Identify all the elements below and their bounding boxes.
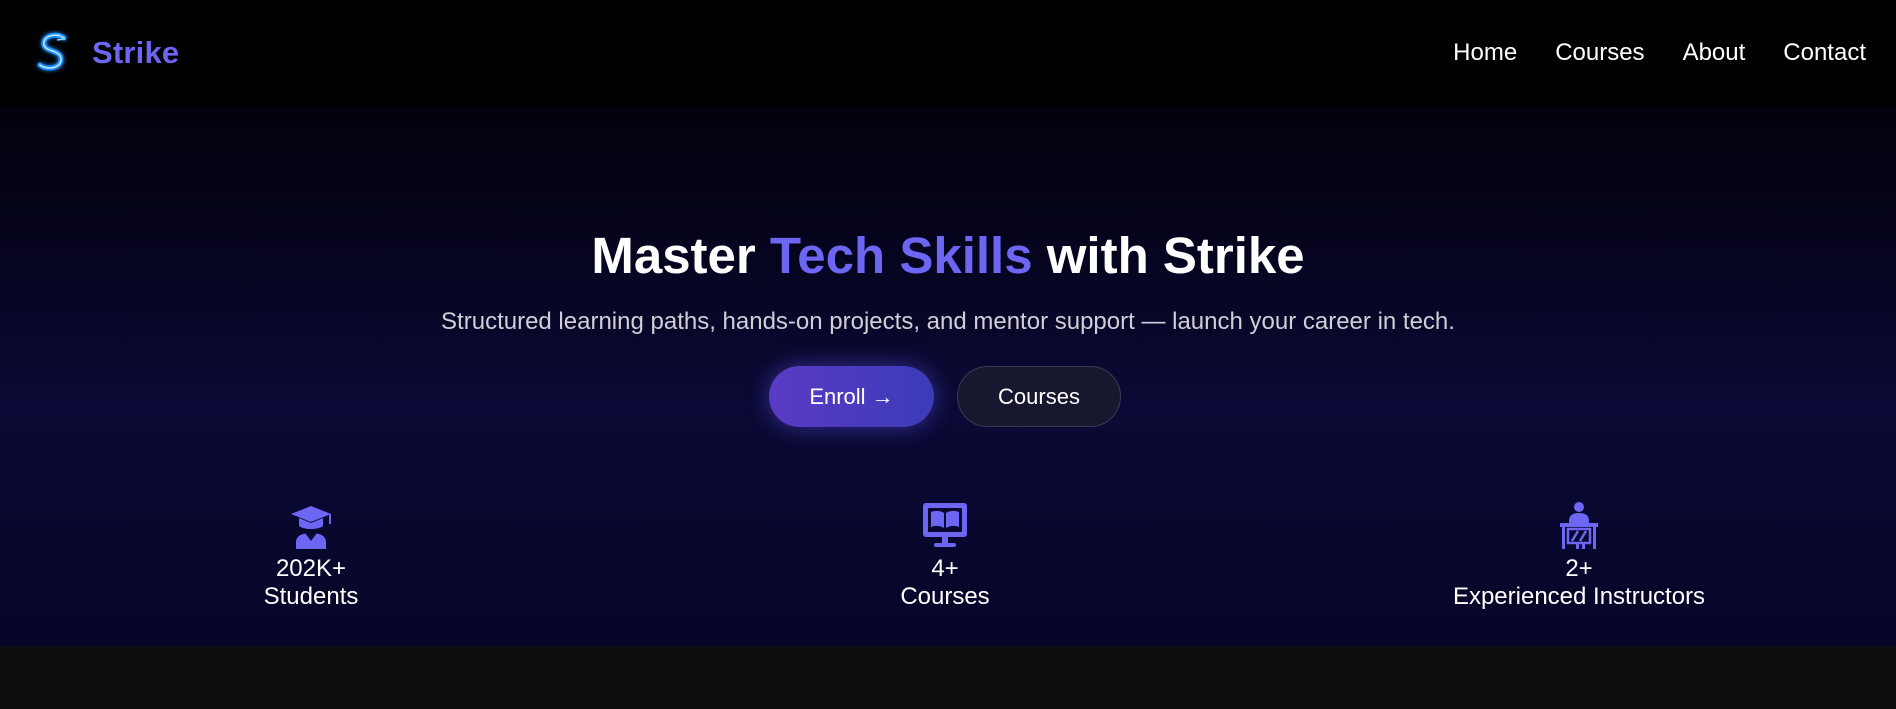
graduation-cap-icon	[291, 506, 331, 549]
hero-title-prefix: Master	[591, 227, 770, 284]
nav-link-contact[interactable]: Contact	[1783, 39, 1866, 67]
courses-button[interactable]: Courses	[957, 366, 1121, 427]
stat-courses: 4+ Courses	[745, 501, 1145, 611]
brand[interactable]: Strike	[34, 30, 179, 76]
stat-instructors: 2+ Experienced Instructors	[1379, 501, 1779, 611]
stat-courses-label: Courses	[900, 583, 990, 610]
brand-name: Strike	[92, 35, 180, 70]
teacher-desk-icon	[1560, 502, 1598, 549]
nav-link-home[interactable]: Home	[1453, 39, 1517, 67]
nav-links: Home Courses About Contact	[1453, 39, 1866, 67]
stat-courses-value: 4+	[931, 555, 959, 582]
stat-students-label: Students	[263, 583, 359, 610]
nav-link-courses[interactable]: Courses	[1555, 39, 1644, 67]
stat-instructors-label: Experienced Instructors	[1452, 583, 1706, 610]
page-bottom-section	[0, 646, 1896, 709]
lightning-s-logo-icon	[37, 32, 67, 71]
nav-link-about[interactable]: About	[1683, 39, 1746, 67]
stat-instructors-value: 2+	[1565, 555, 1593, 582]
hero-title-accent: Tech Skills	[769, 227, 1033, 284]
stat-students: 202K+ Students	[111, 501, 511, 611]
stat-students-value: 202K+	[275, 555, 347, 582]
hero-section: Master Tech Skills with Strike Structure…	[0, 106, 1896, 646]
monitor-book-icon	[923, 503, 967, 547]
navbar: Strike Home Courses About Contact	[0, 0, 1896, 106]
enroll-button[interactable]: Enroll →	[769, 366, 934, 427]
hero-title: Master Tech Skills with Strike	[0, 226, 1896, 285]
hero-title-suffix: with Strike	[1032, 227, 1305, 284]
hero-subtitle: Structured learning paths, hands-on proj…	[441, 308, 1455, 335]
